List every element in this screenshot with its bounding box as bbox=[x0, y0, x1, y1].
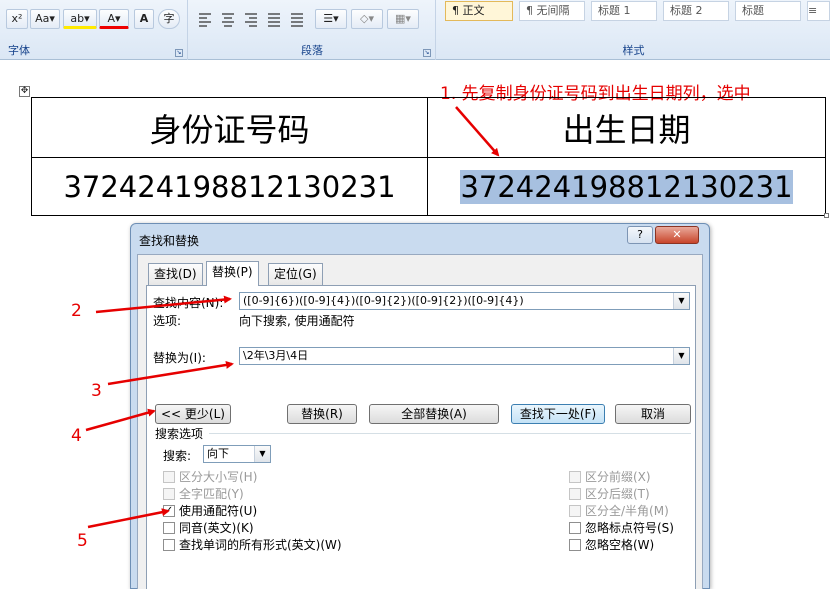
replace-input[interactable]: \2年\3月\4日 ▼ bbox=[239, 347, 690, 365]
option-label: 同音(英文)(K) bbox=[179, 521, 254, 535]
tab-goto[interactable]: 定位(G) bbox=[268, 263, 323, 285]
style-title[interactable]: 标题 bbox=[735, 1, 801, 21]
option-sounds-like[interactable]: 同音(英文)(K) bbox=[163, 519, 254, 536]
style-more[interactable]: ≡ bbox=[807, 1, 830, 21]
help-button[interactable]: ? bbox=[627, 226, 653, 244]
cell-birth-date[interactable]: 372424198812130231 bbox=[427, 157, 826, 216]
chevron-down-icon[interactable]: ▼ bbox=[673, 293, 689, 309]
options-label: 选项: bbox=[153, 314, 182, 328]
change-case-button[interactable]: Aa▾ bbox=[30, 9, 60, 29]
dialog-title: 查找和替换 bbox=[139, 234, 200, 248]
chevron-down-icon[interactable]: ▼ bbox=[254, 446, 270, 462]
search-direction-select[interactable]: 向下 ▼ bbox=[203, 445, 271, 463]
id-table: 身份证号码 出生日期 372424198812130231 3724241988… bbox=[31, 97, 826, 216]
option-label: 区分大小写(H) bbox=[179, 470, 258, 484]
search-options-title: 搜索选项 bbox=[155, 427, 204, 441]
step-label-3: 3 bbox=[91, 381, 102, 401]
option-label: 忽略空格(W) bbox=[585, 538, 655, 552]
tab-find[interactable]: 查找(D) bbox=[148, 263, 203, 285]
options-value: 向下搜索, 使用通配符 bbox=[239, 314, 355, 328]
search-direction-value: 向下 bbox=[207, 447, 229, 460]
option-ignore-punctuation[interactable]: 忽略标点符号(S) bbox=[569, 519, 674, 536]
option-label: 查找单词的所有形式(英文)(W) bbox=[179, 538, 342, 552]
find-label: 查找内容(N): bbox=[153, 296, 224, 310]
char-shading-button[interactable]: A bbox=[134, 9, 154, 29]
screenshot: x² Aa▾ ab▾ A▾ A 字 字体 ↘ ☰▾ ◇▾ ▦▾ 段落 ↘ ¶ 正… bbox=[0, 0, 830, 589]
close-button[interactable]: ✕ bbox=[655, 226, 699, 244]
checkbox[interactable] bbox=[569, 487, 581, 500]
ribbon: x² Aa▾ ab▾ A▾ A 字 字体 ↘ ☰▾ ◇▾ ▦▾ 段落 ↘ ¶ 正… bbox=[0, 0, 830, 60]
option-match-suffix[interactable]: 区分后缀(T) bbox=[569, 485, 650, 502]
enclose-char-button[interactable]: 字 bbox=[158, 9, 180, 29]
style-heading-2[interactable]: 标题 2 bbox=[663, 1, 729, 21]
option-whole-word[interactable]: 全字匹配(Y) bbox=[163, 485, 244, 502]
find-replace-dialog: 查找和替换 ? ✕ 查找(D) 替换(P) 定位(G) 查找内容(N): ([0… bbox=[130, 223, 710, 589]
superscript-button[interactable]: x² bbox=[6, 9, 28, 29]
checkbox[interactable] bbox=[163, 487, 175, 500]
style-no-spacing[interactable]: ¶ 无间隔 bbox=[519, 1, 585, 21]
checkbox[interactable] bbox=[163, 521, 175, 534]
highlight-button[interactable]: ab▾ bbox=[63, 9, 97, 29]
checkbox[interactable] bbox=[569, 504, 581, 517]
style-heading-1[interactable]: 标题 1 bbox=[591, 1, 657, 21]
check-icon[interactable]: ✓ bbox=[163, 504, 175, 517]
shading-button[interactable]: ◇▾ bbox=[351, 9, 383, 29]
option-label: 区分全/半角(M) bbox=[585, 504, 669, 518]
option-label: 使用通配符(U) bbox=[179, 504, 258, 518]
styles-group: ¶ 正文 ¶ 无间隔 标题 1 标题 2 标题 ≡ 样式 bbox=[437, 0, 830, 60]
checkbox[interactable] bbox=[569, 538, 581, 551]
find-next-button[interactable]: 查找下一处(F) bbox=[511, 404, 605, 424]
replace-input-value: \2年\3月\4日 bbox=[243, 349, 309, 362]
step-label-5: 5 bbox=[77, 531, 88, 551]
step-label-2: 2 bbox=[71, 301, 82, 321]
paragraph-group-label: 段落 bbox=[301, 44, 323, 57]
dialog-launcher-icon[interactable]: ↘ bbox=[175, 49, 183, 57]
font-group: x² Aa▾ ab▾ A▾ A 字 字体 ↘ bbox=[0, 0, 188, 60]
dialog-body: 查找(D) 替换(P) 定位(G) 查找内容(N): ([0-9]{6})([0… bbox=[137, 254, 703, 589]
cancel-button[interactable]: 取消 bbox=[615, 404, 691, 424]
option-label: 区分后缀(T) bbox=[585, 487, 650, 501]
search-direction-label: 搜索: bbox=[163, 449, 192, 463]
option-all-word-forms[interactable]: 查找单词的所有形式(英文)(W) bbox=[163, 536, 342, 553]
chevron-down-icon[interactable]: ▼ bbox=[673, 348, 689, 364]
cell-id-number[interactable]: 372424198812130231 bbox=[31, 157, 428, 216]
line-spacing-button[interactable]: ☰▾ bbox=[315, 9, 347, 29]
checkbox[interactable] bbox=[163, 538, 175, 551]
replace-all-button[interactable]: 全部替换(A) bbox=[369, 404, 499, 424]
checkbox[interactable] bbox=[569, 521, 581, 534]
option-ignore-space[interactable]: 忽略空格(W) bbox=[569, 536, 654, 553]
replace-panel: 查找内容(N): ([0-9]{6})([0-9]{4})([0-9]{2})(… bbox=[146, 285, 696, 589]
header-id-number[interactable]: 身份证号码 bbox=[31, 97, 428, 158]
find-input-value: ([0-9]{6})([0-9]{4})([0-9]{2})([0-9]{2})… bbox=[243, 294, 524, 307]
option-label: 全字匹配(Y) bbox=[179, 487, 244, 501]
table-move-handle-icon[interactable]: ✥ bbox=[19, 86, 30, 97]
checkbox[interactable] bbox=[569, 470, 581, 483]
replace-button[interactable]: 替换(R) bbox=[287, 404, 357, 424]
checkbox[interactable] bbox=[163, 470, 175, 483]
option-match-case[interactable]: 区分大小写(H) bbox=[163, 468, 257, 485]
paragraph-group: ☰▾ ◇▾ ▦▾ 段落 ↘ bbox=[189, 0, 436, 60]
option-label: 忽略标点符号(S) bbox=[585, 521, 674, 535]
tab-replace[interactable]: 替换(P) bbox=[206, 261, 259, 286]
option-use-wildcards[interactable]: ✓ 使用通配符(U) bbox=[163, 502, 257, 519]
selected-text: 372424198812130231 bbox=[460, 169, 793, 204]
align-buttons-icon[interactable] bbox=[195, 9, 311, 29]
borders-button[interactable]: ▦▾ bbox=[387, 9, 419, 29]
option-label: 区分前缀(X) bbox=[585, 470, 651, 484]
styles-group-label: 样式 bbox=[622, 44, 645, 57]
replace-label: 替换为(I): bbox=[153, 351, 206, 365]
header-birth-date[interactable]: 出生日期 bbox=[427, 97, 826, 158]
style-normal[interactable]: ¶ 正文 bbox=[445, 1, 513, 21]
font-color-button[interactable]: A▾ bbox=[99, 9, 129, 29]
find-input[interactable]: ([0-9]{6})([0-9]{4})([0-9]{2})([0-9]{2})… bbox=[239, 292, 690, 310]
divider bbox=[209, 433, 691, 434]
option-match-prefix[interactable]: 区分前缀(X) bbox=[569, 468, 651, 485]
step-label-4: 4 bbox=[71, 426, 82, 446]
option-match-width[interactable]: 区分全/半角(M) bbox=[569, 502, 669, 519]
dialog-launcher-icon[interactable]: ↘ bbox=[423, 49, 431, 57]
font-group-label: 字体 bbox=[8, 44, 30, 57]
less-button[interactable]: << 更少(L) bbox=[155, 404, 231, 424]
table-resize-handle[interactable] bbox=[824, 213, 829, 218]
